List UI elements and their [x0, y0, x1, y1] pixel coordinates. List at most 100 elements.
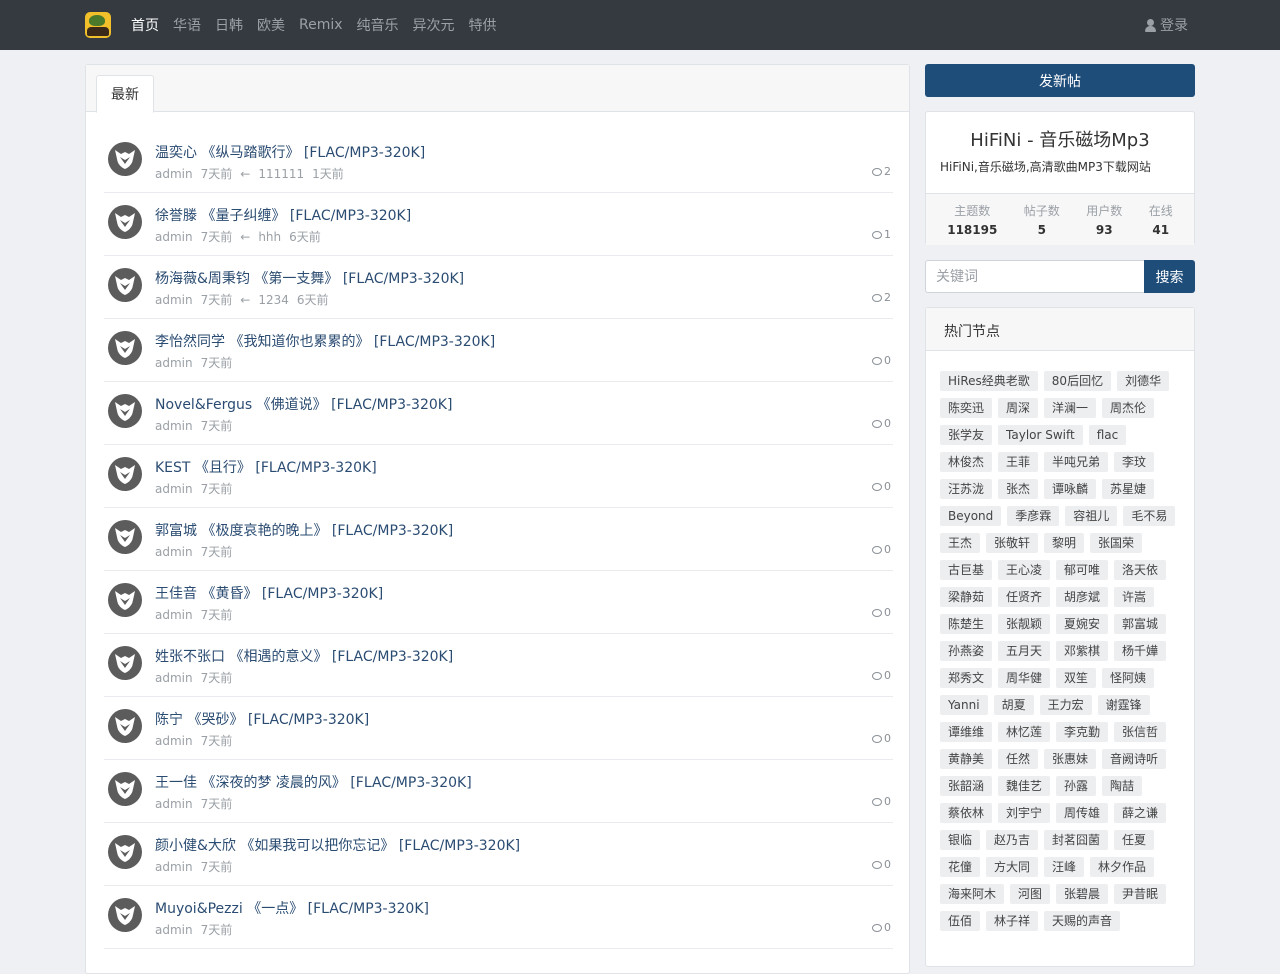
thread-title[interactable]: 徐誉滕 《量子纠缠》 [FLAC/MP3-320K]	[155, 205, 411, 225]
tag-item[interactable]: 梁静茹	[940, 587, 993, 607]
tag-item[interactable]: 王力宏	[1039, 695, 1092, 715]
thread-author[interactable]: admin	[155, 230, 193, 244]
tag-item[interactable]: 蔡依林	[940, 803, 993, 823]
thread-author[interactable]: admin	[155, 923, 193, 937]
tag-item[interactable]: 魏佳艺	[998, 776, 1051, 796]
tag-item[interactable]: 王心凌	[998, 560, 1051, 580]
thread-author[interactable]: admin	[155, 860, 193, 874]
tag-item[interactable]: 张信哲	[1114, 722, 1167, 742]
search-button[interactable]: 搜索	[1144, 260, 1195, 293]
tag-item[interactable]: 季彦霖	[1007, 506, 1060, 526]
tag-item[interactable]: 周华健	[998, 668, 1051, 688]
tag-item[interactable]: 张靓颖	[998, 614, 1051, 634]
tag-item[interactable]: 张惠妹	[1044, 749, 1097, 769]
tag-item[interactable]: 张国荣	[1090, 533, 1143, 553]
avatar[interactable]	[108, 520, 142, 554]
tag-item[interactable]: 李玟	[1114, 452, 1155, 472]
tag-item[interactable]: 邓紫棋	[1056, 641, 1109, 661]
avatar[interactable]	[108, 457, 142, 491]
thread-author[interactable]: admin	[155, 419, 193, 433]
tag-item[interactable]: 任夏	[1114, 830, 1155, 850]
thread-author[interactable]: admin	[155, 482, 193, 496]
thread-title[interactable]: Novel&Fergus 《佛道说》 [FLAC/MP3-320K]	[155, 394, 452, 414]
tag-item[interactable]: 汪峰	[1044, 857, 1085, 877]
thread-author[interactable]: admin	[155, 608, 193, 622]
tag-item[interactable]: 黎明	[1044, 533, 1085, 553]
thread-title[interactable]: 颜小健&大欣 《如果我可以把你忘记》 [FLAC/MP3-320K]	[155, 835, 520, 855]
tag-item[interactable]: 胡彦斌	[1056, 587, 1109, 607]
tag-item[interactable]: 张学友	[940, 425, 993, 445]
tag-item[interactable]: 周杰伦	[1102, 398, 1155, 418]
tag-item[interactable]: 张敬轩	[986, 533, 1039, 553]
thread-author[interactable]: admin	[155, 545, 193, 559]
tag-item[interactable]: 周深	[998, 398, 1039, 418]
tag-item[interactable]: 郁可唯	[1056, 560, 1109, 580]
tag-item[interactable]: 郑秀文	[940, 668, 993, 688]
tag-item[interactable]: 许嵩	[1114, 587, 1155, 607]
tag-item[interactable]: 半吨兄弟	[1044, 452, 1109, 472]
tag-item[interactable]: 谭咏麟	[1044, 479, 1097, 499]
new-post-button[interactable]: 发新帖	[925, 64, 1195, 97]
login-link[interactable]: 登录	[1145, 15, 1188, 35]
tag-item[interactable]: 刘德华	[1117, 371, 1170, 391]
last-reply-user[interactable]: 111111	[258, 167, 304, 181]
tag-item[interactable]: 80后回忆	[1043, 371, 1112, 391]
tag-item[interactable]: 洛天依	[1114, 560, 1167, 580]
nav-link[interactable]: 首页	[131, 15, 159, 35]
tag-item[interactable]: HiRes经典老歌	[940, 371, 1038, 391]
tag-item[interactable]: flac	[1088, 425, 1127, 445]
avatar[interactable]	[108, 142, 142, 176]
tag-item[interactable]: 林夕作品	[1090, 857, 1155, 877]
tag-item[interactable]: 海来阿木	[940, 884, 1005, 904]
last-reply-user[interactable]: hhh	[258, 230, 281, 244]
tag-item[interactable]: 谭维维	[940, 722, 993, 742]
tag-item[interactable]: 怪阿姨	[1102, 668, 1155, 688]
site-logo[interactable]	[85, 12, 111, 38]
tag-item[interactable]: 郭富城	[1114, 614, 1167, 634]
avatar[interactable]	[108, 268, 142, 302]
last-reply-user[interactable]: 1234	[258, 293, 289, 307]
tag-item[interactable]: 张碧晨	[1056, 884, 1109, 904]
tag-item[interactable]: 古巨基	[940, 560, 993, 580]
tag-item[interactable]: Beyond	[940, 506, 1002, 526]
avatar[interactable]	[108, 394, 142, 428]
tag-item[interactable]: 毛不易	[1123, 506, 1176, 526]
tag-item[interactable]: 封茗囧菌	[1044, 830, 1109, 850]
tag-item[interactable]: 黄静美	[940, 749, 993, 769]
thread-title[interactable]: KEST 《且行》 [FLAC/MP3-320K]	[155, 457, 377, 477]
tag-item[interactable]: 天赐的声音	[1044, 911, 1121, 931]
tag-item[interactable]: 任然	[998, 749, 1039, 769]
thread-author[interactable]: admin	[155, 797, 193, 811]
avatar[interactable]	[108, 205, 142, 239]
tag-item[interactable]: 张韶涵	[940, 776, 993, 796]
nav-link[interactable]: 华语	[173, 15, 201, 35]
avatar[interactable]	[108, 646, 142, 680]
tag-item[interactable]: 陈楚生	[940, 614, 993, 634]
tag-item[interactable]: 林子祥	[986, 911, 1039, 931]
tag-item[interactable]: 汪苏泷	[940, 479, 993, 499]
tag-item[interactable]: 林忆莲	[998, 722, 1051, 742]
avatar[interactable]	[108, 835, 142, 869]
tag-item[interactable]: 谢霆锋	[1097, 695, 1150, 715]
thread-title[interactable]: 温奕心 《纵马踏歌行》 [FLAC/MP3-320K]	[155, 142, 425, 162]
tag-item[interactable]: 孙燕姿	[940, 641, 993, 661]
tag-item[interactable]: 赵乃吉	[986, 830, 1039, 850]
nav-link[interactable]: 异次元	[413, 15, 455, 35]
avatar[interactable]	[108, 583, 142, 617]
tag-item[interactable]: 薛之谦	[1114, 803, 1167, 823]
tag-item[interactable]: 五月天	[998, 641, 1051, 661]
search-input[interactable]	[925, 260, 1144, 293]
nav-link[interactable]: 纯音乐	[357, 15, 399, 35]
tag-item[interactable]: 陈奕迅	[940, 398, 993, 418]
tag-item[interactable]: Yanni	[940, 695, 988, 715]
tag-item[interactable]: 银临	[940, 830, 981, 850]
tag-item[interactable]: 王菲	[998, 452, 1039, 472]
nav-link[interactable]: Remix	[299, 17, 343, 33]
thread-author[interactable]: admin	[155, 734, 193, 748]
thread-title[interactable]: 郭富城 《极度哀艳的晚上》 [FLAC/MP3-320K]	[155, 520, 453, 540]
tag-item[interactable]: 任贤齐	[998, 587, 1051, 607]
tag-item[interactable]: 音阙诗听	[1102, 749, 1167, 769]
nav-link[interactable]: 日韩	[215, 15, 243, 35]
avatar[interactable]	[108, 898, 142, 932]
tag-item[interactable]: 花僮	[940, 857, 981, 877]
